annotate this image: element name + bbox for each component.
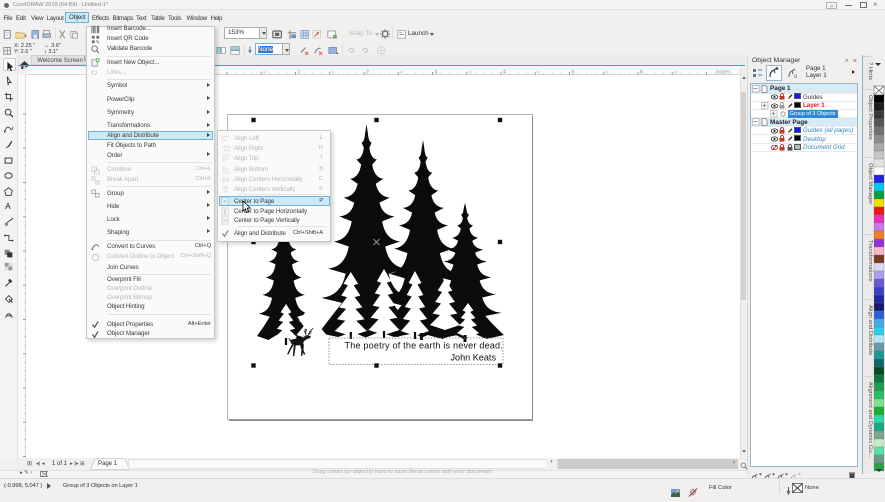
- svg-text:The poetry of the earth is nev: The poetry of the earth is never dead.: [345, 341, 504, 351]
- svg-text:½: ½: [400, 70, 404, 75]
- svg-text:A: A: [5, 201, 11, 211]
- svg-text:½: ½: [674, 70, 678, 75]
- svg-text:½: ½: [537, 70, 541, 75]
- svg-text:o: o: [794, 74, 798, 79]
- svg-text:½: ½: [331, 70, 335, 75]
- svg-text:½: ½: [605, 70, 609, 75]
- svg-text:½: ½: [263, 70, 267, 75]
- svg-text:John Keats: John Keats: [451, 353, 497, 363]
- svg-text:½: ½: [468, 70, 472, 75]
